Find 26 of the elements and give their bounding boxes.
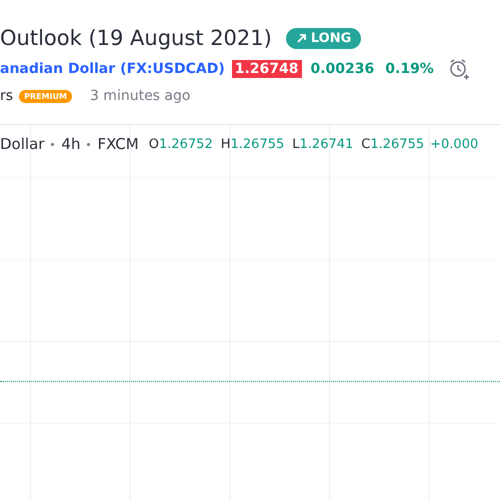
ohlc-value: 1.26755 [230,136,284,152]
direction-label: LONG [310,30,352,46]
premium-badge: PREMIUM [19,90,72,102]
ohlc-label: L [292,136,300,152]
ticker-link[interactable]: (FX:USDCAD) [120,61,225,77]
arrow-up-right-icon [296,32,307,44]
ohlc-value: 1.26741 [300,136,354,152]
separator-dot [87,142,90,146]
legend-symbol: Dollar [0,135,44,153]
ohlc-value: 1.26752 [158,136,213,152]
price-tag: 1.26748 [232,60,302,78]
price-change: 0.00236 [310,61,374,77]
ohlc-label: H [220,136,230,152]
legend-interval: 4h [61,135,80,153]
separator-dot [51,142,54,146]
author-name[interactable]: rs [0,88,14,104]
alarm-clock-icon[interactable] [448,58,470,80]
ohlc-label: O [148,136,159,152]
idea-title: Outlook (19 August 2021) [0,26,272,50]
post-time: 3 minutes ago [90,88,190,104]
legend-change: +0.000 [430,136,478,152]
ohlc-label: C [361,136,370,152]
legend-source: FXCM [97,135,139,153]
percent-change: 0.19% [385,61,434,77]
ohlc-value: 1.26755 [370,136,424,152]
symbol-link[interactable]: anadian Dollar [0,61,116,77]
